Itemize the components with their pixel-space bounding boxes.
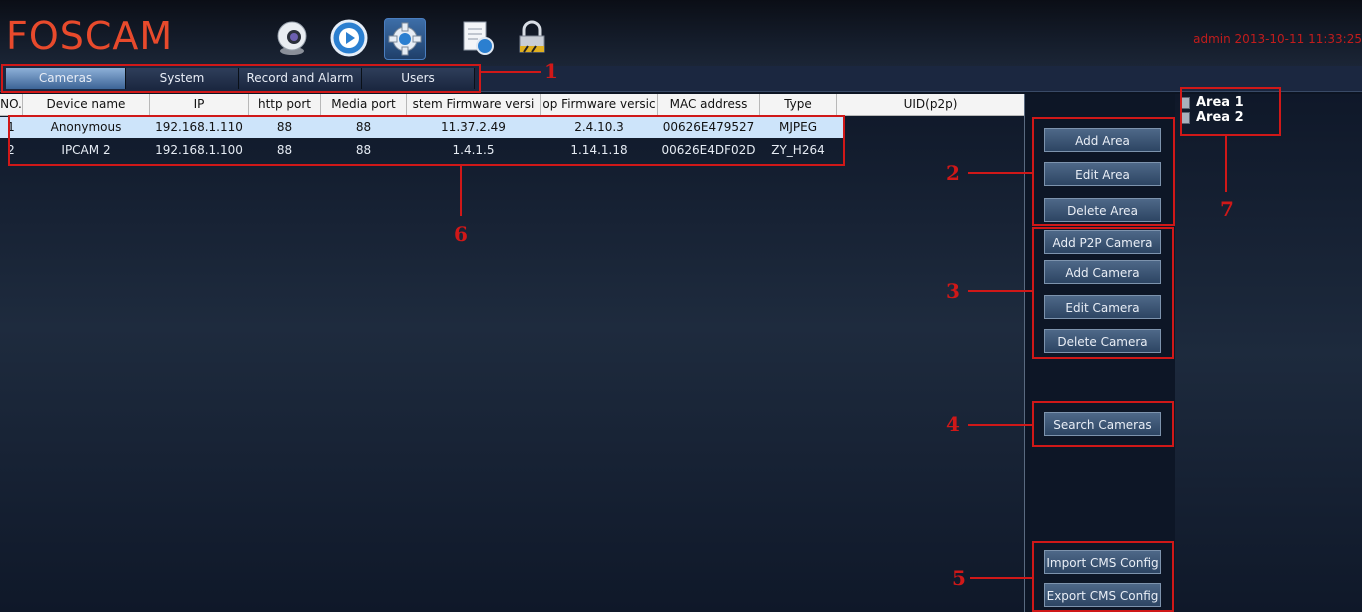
callout-number-1: 1: [544, 59, 558, 83]
col-uid[interactable]: UID(p2p): [837, 94, 1024, 116]
callout-number-2: 2: [946, 161, 960, 185]
callout-box-4: [1032, 401, 1174, 447]
col-no[interactable]: NO.: [0, 94, 23, 116]
callout-box-6: [8, 115, 845, 166]
user-datetime: admin 2013-10-11 11:33:25: [1193, 32, 1362, 46]
callout-number-5: 5: [952, 566, 966, 590]
top-bar: FOSCAM admin 2013-10-11 11:33:25: [0, 0, 1362, 66]
datetime: 2013-10-11 11:33:25: [1234, 32, 1362, 46]
callout-line-5: [970, 577, 1032, 579]
camera-table: NO. Device name IP http port Media port …: [0, 94, 1024, 612]
callout-number-6: 6: [454, 222, 468, 246]
callout-line-7: [1225, 136, 1227, 192]
callout-number-7: 7: [1220, 197, 1234, 221]
col-type[interactable]: Type: [760, 94, 837, 116]
col-mac[interactable]: MAC address: [658, 94, 760, 116]
username: admin: [1193, 32, 1231, 46]
callout-line-1: [481, 71, 541, 73]
callout-box-3: [1032, 227, 1174, 359]
callout-box-1: [1, 64, 481, 93]
callout-line-3: [968, 290, 1032, 292]
callout-line-4: [968, 424, 1032, 426]
callout-box-2: [1032, 117, 1175, 226]
callout-number-3: 3: [946, 279, 960, 303]
callout-box-5: [1032, 541, 1174, 612]
area-tree: Area 1 Area 2: [1175, 94, 1362, 612]
webcam-icon[interactable]: [272, 18, 312, 58]
col-app-firmware[interactable]: op Firmware versic: [541, 94, 658, 116]
callout-number-4: 4: [946, 412, 960, 436]
log-document-icon[interactable]: [458, 18, 498, 58]
playback-icon[interactable]: [329, 18, 369, 58]
table-header: NO. Device name IP http port Media port …: [0, 94, 1024, 116]
col-ip[interactable]: IP: [150, 94, 249, 116]
col-device-name[interactable]: Device name: [23, 94, 150, 116]
callout-box-7: [1180, 87, 1281, 136]
col-http-port[interactable]: http port: [249, 94, 321, 116]
foscam-logo: FOSCAM: [6, 14, 174, 58]
col-system-firmware[interactable]: stem Firmware versi: [407, 94, 541, 116]
lock-icon[interactable]: [512, 18, 552, 58]
callout-line-2: [968, 172, 1032, 174]
col-media-port[interactable]: Media port: [321, 94, 407, 116]
settings-gear-icon[interactable]: [384, 18, 426, 60]
callout-line-6: [460, 166, 462, 216]
